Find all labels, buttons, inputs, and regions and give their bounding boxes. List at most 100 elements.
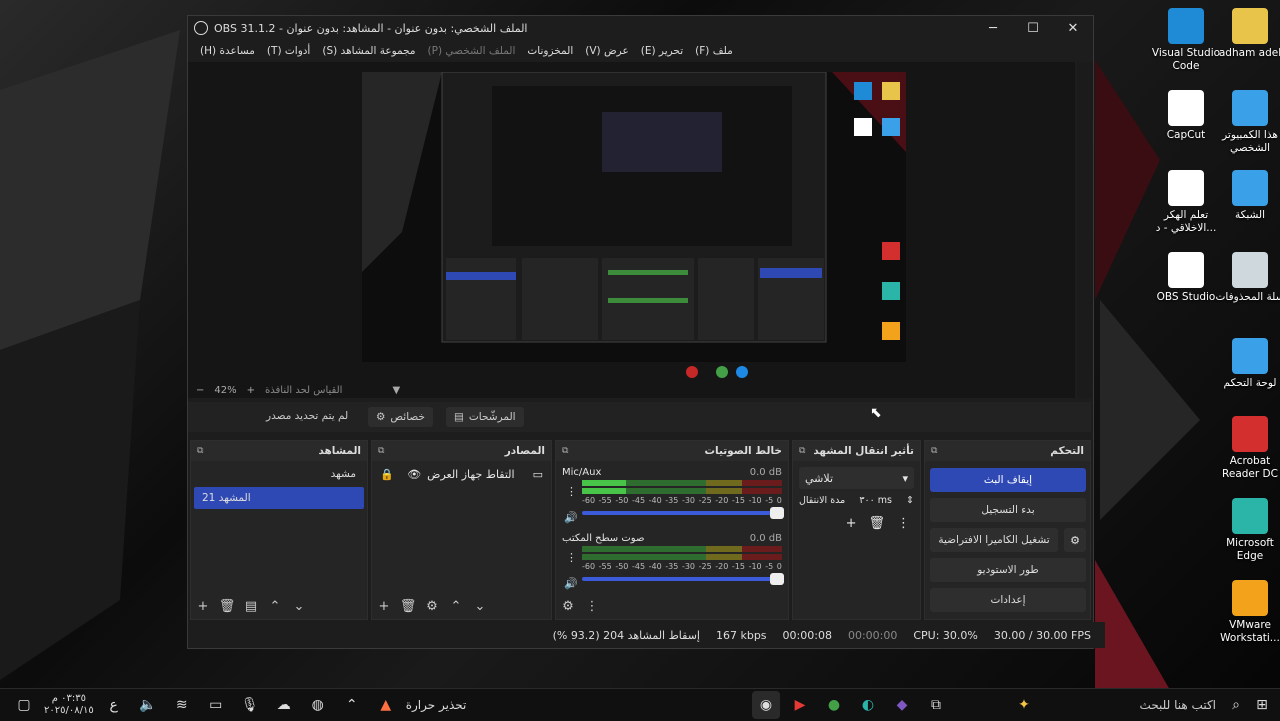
remove-source-icon[interactable]: 🗑 bbox=[396, 599, 420, 614]
lock-icon[interactable]: 🔒 bbox=[380, 468, 394, 481]
chevron-down-icon: ▾ bbox=[902, 471, 908, 485]
maximize-button[interactable]: ☐ bbox=[1013, 21, 1053, 36]
virtual-camera-button[interactable]: تشغيل الكاميرا الافتراضية bbox=[930, 528, 1058, 552]
studio-mode-button[interactable]: طور الاستوديو bbox=[930, 558, 1086, 582]
move-up-icon[interactable]: ⌃ bbox=[263, 599, 287, 614]
volume-slider[interactable] bbox=[582, 573, 784, 585]
obs-tray-icon[interactable]: ◍ bbox=[304, 691, 332, 719]
menu-scene-collection[interactable]: مجموعة المشاهد (S) bbox=[316, 45, 421, 57]
desktop-icon-computer[interactable]: هذا الكمبيوتر الشخصي bbox=[1212, 90, 1280, 155]
stop-streaming-button[interactable]: إيقاف البث bbox=[930, 468, 1086, 492]
speaker-icon[interactable]: 🔊 bbox=[564, 511, 578, 524]
obs-taskbar-icon[interactable]: ◉ bbox=[752, 691, 780, 719]
menu-view[interactable]: عرض (V) bbox=[579, 45, 634, 57]
volume-icon[interactable]: 🔈 bbox=[134, 691, 162, 719]
desktop-icon-network[interactable]: الشبكة bbox=[1212, 170, 1280, 222]
virtual-camera-settings-icon[interactable]: ⚙ bbox=[1064, 528, 1086, 552]
start-recording-button[interactable]: بدء التسجيل bbox=[930, 498, 1086, 522]
source-settings-icon[interactable]: ⚙ bbox=[420, 599, 444, 614]
undock-icon[interactable]: ⧉ bbox=[931, 446, 937, 456]
properties-button[interactable]: ⚙ خصائص bbox=[368, 407, 434, 427]
search-icon[interactable]: ⌕ bbox=[1222, 691, 1250, 719]
settings-button[interactable]: إعدادات bbox=[930, 588, 1086, 612]
menu-file[interactable]: ملف (F) bbox=[689, 45, 739, 57]
remove-scene-icon[interactable]: 🗑 bbox=[215, 599, 239, 614]
scene-item[interactable]: مشهد bbox=[194, 463, 364, 485]
chevron-up-icon[interactable]: ⌃ bbox=[338, 691, 366, 719]
volume-slider[interactable] bbox=[582, 507, 784, 519]
transition-more-icon[interactable]: ⋮ bbox=[897, 516, 910, 531]
volume-knob[interactable] bbox=[770, 507, 784, 519]
menu-edit[interactable]: تحرير (E) bbox=[635, 45, 689, 57]
transitions-dock: تأثير انتقال المشهد ⧉ تلاشي ▾ مدة الانتقا… bbox=[792, 440, 921, 620]
move-up-icon[interactable]: ⌃ bbox=[444, 599, 468, 614]
desktop-icon-folder[interactable]: adham adel bbox=[1212, 8, 1280, 60]
onedrive-icon[interactable]: ☁ bbox=[270, 691, 298, 719]
level-meter bbox=[582, 546, 782, 552]
menu-bar: ملف (F) تحرير (E) عرض (V) المخزونات المل… bbox=[188, 40, 1093, 62]
desktop-icon-recycle-bin[interactable]: سلة المحذوفات bbox=[1212, 252, 1280, 304]
move-down-icon[interactable]: ⌄ bbox=[468, 599, 492, 614]
mic-icon[interactable]: 🎙 bbox=[236, 691, 264, 719]
mixer-menu-icon[interactable]: ⋮ bbox=[566, 551, 577, 564]
transition-select[interactable]: تلاشي ▾ bbox=[799, 467, 914, 489]
source-item[interactable]: 🔒 👁 التقاط جهاز العرض ▭ bbox=[372, 463, 551, 485]
fps: 30.00 / 30.00 FPS bbox=[993, 628, 1091, 642]
taskbar-search[interactable]: اكتب هنا للبحث bbox=[1044, 698, 1216, 712]
meter-ticks: -60 -55 -50 -45 -40 -35 -30 -25 -20 -15 -10 -5 0 bbox=[582, 496, 782, 505]
menu-profile[interactable]: الملف الشخصي (P) bbox=[422, 45, 522, 57]
chrome-icon[interactable]: ● bbox=[820, 691, 848, 719]
close-button[interactable]: ✕ bbox=[1053, 21, 1093, 36]
add-source-icon[interactable]: + bbox=[372, 599, 396, 614]
language-indicator[interactable]: ع bbox=[100, 691, 128, 719]
youtube-icon[interactable]: ▶ bbox=[786, 691, 814, 719]
windows-start-icon[interactable]: ⊞ bbox=[1248, 691, 1276, 719]
add-scene-icon[interactable]: + bbox=[191, 599, 215, 614]
battery-icon[interactable]: ▭ bbox=[202, 691, 230, 719]
zoom-in-button[interactable]: + bbox=[247, 385, 255, 396]
advanced-audio-icon[interactable]: ⚙ bbox=[556, 599, 580, 614]
mixer-more-icon[interactable]: ⋮ bbox=[580, 599, 604, 614]
preview-area[interactable] bbox=[188, 62, 1075, 398]
mixer-menu-icon[interactable]: ⋮ bbox=[566, 485, 577, 498]
desktop-icon-edge[interactable]: Microsoft Edge bbox=[1212, 498, 1280, 563]
zoom-dropdown-icon[interactable]: ▼ bbox=[392, 385, 400, 396]
clock[interactable]: ٠٣:٣٥ م ٢٠٢٥/٠٨/١٥ bbox=[44, 693, 94, 717]
desktop-icon-label: Acrobat Reader DC bbox=[1222, 455, 1278, 480]
network-icon bbox=[1232, 170, 1268, 206]
filters-button[interactable]: ▤ المرشّحات bbox=[446, 407, 524, 427]
menu-docks[interactable]: المخزونات bbox=[521, 45, 579, 57]
control-panel-icon bbox=[1232, 338, 1268, 374]
undock-icon[interactable]: ⧉ bbox=[799, 446, 805, 456]
add-transition-icon[interactable]: + bbox=[846, 516, 857, 531]
undock-icon[interactable]: ⧉ bbox=[197, 446, 203, 456]
undock-icon[interactable]: ⧉ bbox=[562, 446, 568, 456]
volume-knob[interactable] bbox=[770, 573, 784, 585]
notification-icon[interactable]: ▢ bbox=[10, 691, 38, 719]
menu-tools[interactable]: أدوات (T) bbox=[261, 45, 316, 57]
move-down-icon[interactable]: ⌄ bbox=[287, 599, 311, 614]
copilot-icon[interactable]: ◆ bbox=[888, 691, 916, 719]
scene-item-selected[interactable]: المشهد 21 bbox=[194, 487, 364, 509]
nested-capture-graphic bbox=[362, 72, 906, 384]
meter-tick: -20 bbox=[715, 562, 729, 571]
undock-icon[interactable]: ⧉ bbox=[378, 446, 384, 456]
zoom-out-button[interactable]: − bbox=[196, 385, 204, 396]
remove-transition-icon[interactable]: 🗑 bbox=[868, 516, 885, 531]
filter-scene-icon[interactable]: ▤ bbox=[239, 599, 263, 614]
task-view-icon[interactable]: ⧉ bbox=[922, 691, 950, 719]
desktop-icon-control-panel[interactable]: لوحة التحكم bbox=[1212, 338, 1280, 390]
edge-taskbar-icon[interactable]: ◐ bbox=[854, 691, 882, 719]
preview-scrollbar[interactable] bbox=[1077, 62, 1093, 398]
wifi-icon[interactable]: ≋ bbox=[168, 691, 196, 719]
menu-help[interactable]: مساعدة (H) bbox=[194, 45, 261, 57]
eye-icon[interactable]: 👁 bbox=[407, 468, 421, 481]
desktop-icon-acrobat[interactable]: Acrobat Reader DC bbox=[1212, 416, 1280, 481]
minimize-button[interactable]: ─ bbox=[973, 21, 1013, 36]
duration-stepper[interactable]: ٣٠٠ ms bbox=[859, 495, 892, 506]
speaker-icon[interactable]: 🔊 bbox=[564, 577, 578, 590]
stepper-arrows-icon[interactable]: ⇕ bbox=[906, 495, 914, 506]
desktop-icon-vmware[interactable]: VMware Workstati... bbox=[1212, 580, 1280, 645]
zoom-mode[interactable]: القياس لحد النافذة bbox=[265, 385, 342, 396]
weather-text[interactable]: تحذير حرارة bbox=[406, 698, 467, 712]
